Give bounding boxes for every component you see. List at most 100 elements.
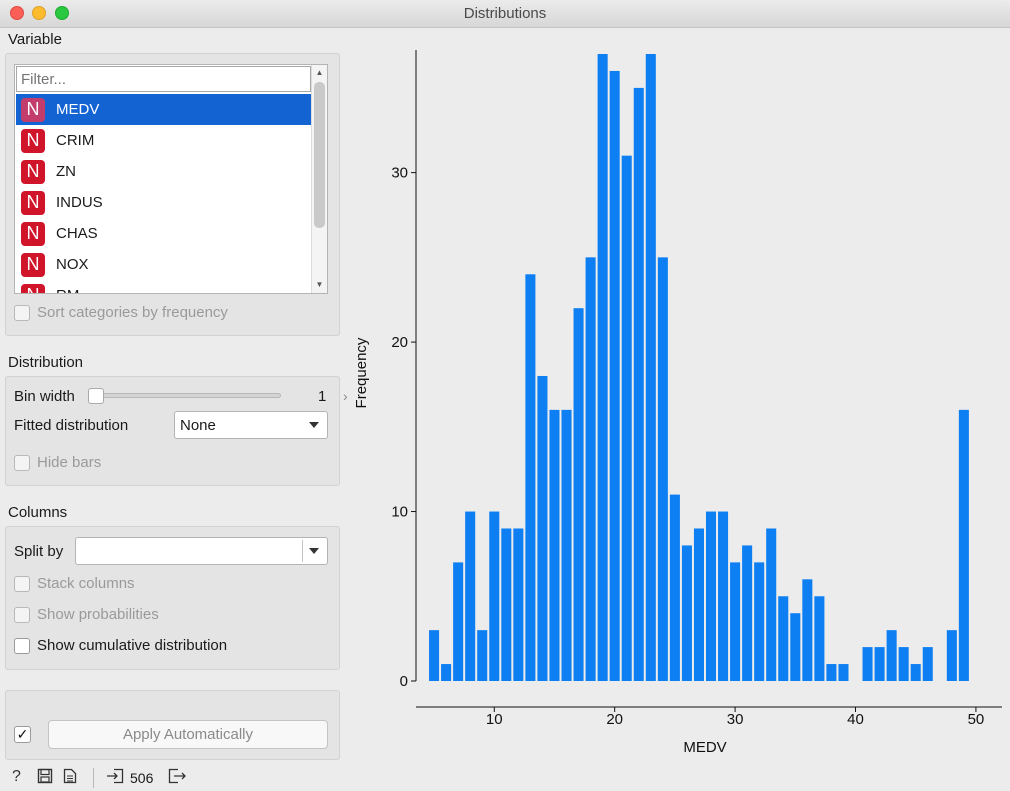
apply-automatically-checkbox[interactable]: ✓ — [14, 726, 31, 743]
numeric-variable-icon: N — [21, 252, 45, 277]
histogram-bar — [489, 511, 500, 681]
histogram-bar — [742, 545, 753, 681]
histogram-bar — [561, 409, 572, 681]
histogram-bar — [718, 511, 729, 681]
histogram-bar — [826, 664, 837, 681]
variable-list-scrollbar[interactable]: ▲ ▼ — [311, 65, 327, 293]
histogram-bar — [597, 54, 608, 681]
scrollbar-thumb[interactable] — [314, 82, 325, 228]
distributions-window: Distributions Variable N MEDV N CRIM N ZN N IND… — [0, 0, 1010, 791]
variable-item-indus[interactable]: N INDUS — [16, 187, 312, 218]
histogram-bar — [922, 647, 933, 681]
variable-items: N MEDV N CRIM N ZN N INDUS N CHAS N NOX N RM — [16, 94, 312, 293]
scroll-down-arrow-icon[interactable]: ▼ — [312, 278, 327, 292]
histogram-bar — [886, 630, 897, 681]
histogram-bar — [537, 375, 548, 681]
checkbox-box — [14, 637, 30, 654]
window-title: Distributions — [463, 5, 547, 22]
input-data-icon[interactable] — [106, 768, 124, 789]
fitted-distribution-label: Fitted distribution — [14, 417, 129, 434]
variable-list[interactable]: N MEDV N CRIM N ZN N INDUS N CHAS N NOX N RM ▲ ▼ — [14, 64, 328, 294]
fitted-distribution-select[interactable]: None — [174, 411, 328, 439]
y-axis-label: Frequency — [353, 337, 370, 408]
variable-item-nox[interactable]: N NOX — [16, 249, 312, 280]
variable-item-rm[interactable]: N RM — [16, 280, 312, 293]
show-cumulative-checkbox[interactable]: Show cumulative distribution — [14, 637, 227, 654]
numeric-variable-icon: N — [21, 190, 45, 215]
hide-bars-checkbox[interactable]: Hide bars — [14, 454, 101, 471]
histogram-bar — [429, 630, 440, 681]
histogram-bar — [766, 528, 777, 681]
histogram-bar — [441, 664, 452, 681]
histogram-bar — [898, 647, 909, 681]
chevron-down-icon — [309, 548, 319, 554]
checkbox-box — [14, 575, 30, 592]
y-tick-label: 30 — [391, 165, 408, 182]
histogram-chart: 0 10 20 30 10 20 30 40 50 MEDV Frequency — [353, 50, 1002, 756]
histogram-bar — [814, 596, 825, 681]
bin-width-slider-track[interactable] — [92, 393, 281, 398]
variable-item-label: RM — [56, 287, 79, 293]
split-by-label: Split by — [14, 543, 64, 560]
checkbox-box — [14, 304, 30, 321]
apply-button[interactable]: Apply Automatically — [48, 720, 328, 749]
distribution-section-label: Distribution — [8, 354, 84, 371]
variable-filter-input[interactable] — [16, 66, 311, 92]
output-data-icon[interactable] — [168, 768, 186, 789]
histogram-bars — [429, 54, 969, 682]
x-tick-label: 20 — [606, 711, 623, 728]
save-icon[interactable] — [37, 768, 53, 789]
bin-width-slider-handle[interactable] — [88, 388, 104, 404]
sort-by-frequency-checkbox[interactable]: Sort categories by frequency — [14, 304, 228, 321]
split-by-select[interactable] — [75, 537, 328, 565]
histogram-bar — [633, 87, 644, 681]
variable-item-label: CHAS — [56, 225, 98, 242]
variable-item-zn[interactable]: N ZN — [16, 156, 312, 187]
sort-by-frequency-label: Sort categories by frequency — [37, 304, 228, 321]
histogram-bar — [621, 155, 632, 682]
chevron-down-icon — [309, 422, 319, 428]
show-probabilities-label: Show probabilities — [37, 606, 159, 623]
stack-columns-label: Stack columns — [37, 575, 135, 592]
histogram-bar — [693, 528, 704, 681]
x-tick-label: 30 — [727, 711, 744, 728]
variable-item-label: MEDV — [56, 101, 100, 118]
bin-width-label: Bin width — [14, 388, 75, 405]
histogram-bar — [549, 409, 560, 681]
checkbox-box — [14, 606, 30, 623]
histogram-bar — [874, 647, 885, 681]
histogram-bar — [465, 511, 476, 681]
x-axis-label: MEDV — [683, 739, 726, 756]
report-icon[interactable] — [63, 768, 77, 789]
bin-width-value: 1 — [318, 388, 327, 405]
histogram-bar — [958, 409, 969, 681]
histogram-bar — [838, 664, 849, 681]
variable-item-crim[interactable]: N CRIM — [16, 125, 312, 156]
fitted-distribution-value: None — [180, 416, 216, 434]
input-count: 506 — [130, 770, 154, 786]
variable-section-label: Variable — [8, 31, 62, 48]
variable-item-medv[interactable]: N MEDV — [16, 94, 312, 125]
panel-collapse-chevron-icon[interactable]: › — [343, 388, 348, 404]
help-icon[interactable]: ? — [12, 768, 21, 786]
histogram-bar — [669, 494, 680, 681]
numeric-variable-icon: N — [21, 159, 45, 184]
numeric-variable-icon: N — [21, 283, 45, 293]
variable-item-label: INDUS — [56, 194, 103, 211]
variable-item-label: ZN — [56, 163, 76, 180]
histogram-bar — [754, 562, 765, 681]
histogram-bar — [609, 70, 620, 682]
x-tick-label: 10 — [486, 711, 503, 728]
histogram-bar — [513, 528, 524, 681]
scroll-up-arrow-icon[interactable]: ▲ — [312, 66, 327, 80]
histogram-bar — [573, 308, 584, 681]
variable-item-chas[interactable]: N CHAS — [16, 218, 312, 249]
histogram-bar — [730, 562, 741, 681]
status-bar: ? 506 — [0, 765, 1010, 791]
x-tick-label: 40 — [847, 711, 864, 728]
x-tick-label: 50 — [968, 711, 985, 728]
stack-columns-checkbox[interactable]: Stack columns — [14, 575, 135, 592]
show-cumulative-label: Show cumulative distribution — [37, 637, 228, 654]
show-probabilities-checkbox[interactable]: Show probabilities — [14, 606, 159, 623]
histogram-bar — [862, 647, 873, 681]
